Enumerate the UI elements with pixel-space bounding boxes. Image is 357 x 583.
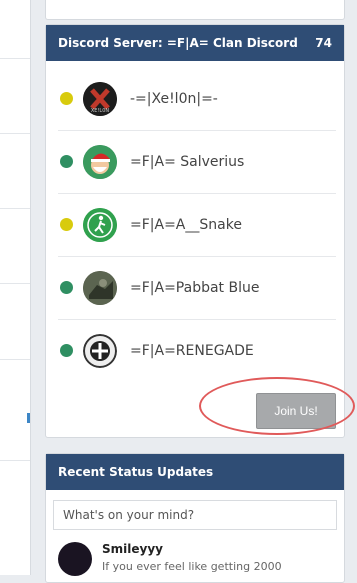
main-content-edge [0, 0, 31, 575]
soldier-avatar [83, 270, 117, 305]
status-input[interactable]: What's on your mind? [53, 500, 337, 530]
row-divider [0, 58, 30, 59]
member-name: =F|A= Salverius [130, 153, 245, 170]
runner-avatar [83, 207, 117, 242]
member-count: 74 [315, 36, 332, 50]
member-list: XE!L0N -=|Xe!l0n|=- =F|A= Salverius =F|A… [46, 61, 344, 382]
previous-widget-bottom [45, 0, 345, 20]
member-name: -=|Xe!l0n|=- [130, 90, 218, 107]
link-fragment[interactable] [27, 413, 30, 423]
member-item[interactable]: =F|A= Salverius [46, 130, 344, 193]
row-divider [0, 460, 30, 461]
svg-text:XE!L0N: XE!L0N [91, 108, 110, 114]
status-text: If you ever feel like getting 2000 [102, 560, 282, 573]
row-divider [0, 133, 30, 134]
join-us-button[interactable]: Join Us! [256, 393, 336, 429]
member-name: =F|A=RENEGADE [130, 342, 254, 359]
online-status-icon [60, 344, 73, 357]
discord-server-title[interactable]: Discord Server: =F|A= Clan Discord [58, 36, 315, 50]
member-name: =F|A=Pabbat Blue [130, 279, 260, 296]
emblem-avatar [83, 333, 117, 368]
idle-status-icon [60, 92, 73, 105]
member-name: =F|A=A__Snake [130, 216, 242, 233]
online-status-icon [60, 281, 73, 294]
discord-widget: Discord Server: =F|A= Clan Discord 74 XE… [45, 24, 345, 438]
status-updates-header: Recent Status Updates [46, 454, 344, 490]
member-item[interactable]: =F|A=A__Snake [46, 193, 344, 256]
discord-widget-header: Discord Server: =F|A= Clan Discord 74 [46, 25, 344, 61]
member-item[interactable]: =F|A=Pabbat Blue [46, 256, 344, 319]
santa-avatar [83, 144, 117, 179]
online-status-icon [60, 155, 73, 168]
status-author[interactable]: Smileyyy [102, 542, 282, 556]
x-logo-avatar: XE!L0N [83, 81, 117, 116]
avatar[interactable] [58, 542, 92, 576]
status-body: Smileyyy If you ever feel like getting 2… [102, 542, 282, 576]
status-item[interactable]: Smileyyy If you ever feel like getting 2… [46, 530, 344, 576]
member-item[interactable]: XE!L0N -=|Xe!l0n|=- [46, 67, 344, 130]
row-divider [0, 359, 30, 360]
member-item[interactable]: =F|A=RENEGADE [46, 319, 344, 382]
status-updates-widget: Recent Status Updates What's on your min… [45, 453, 345, 583]
row-divider [0, 283, 30, 284]
idle-status-icon [60, 218, 73, 231]
status-updates-title[interactable]: Recent Status Updates [58, 465, 332, 479]
row-divider [0, 208, 30, 209]
